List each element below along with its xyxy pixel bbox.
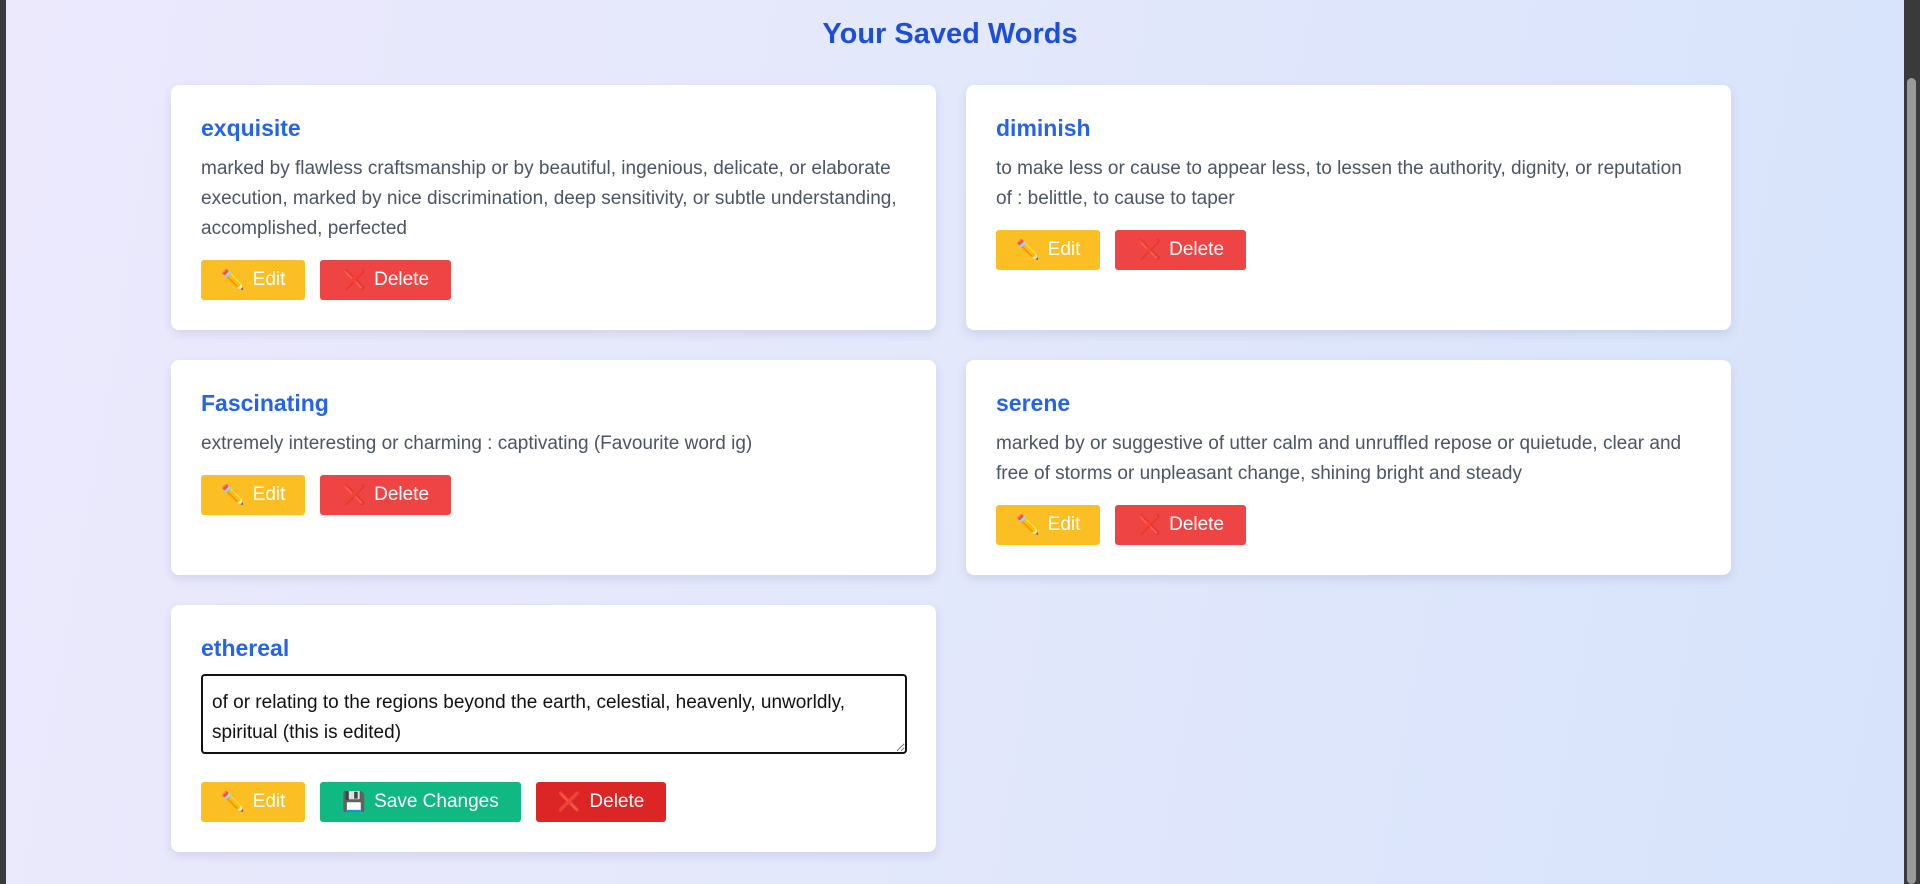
save-button-label: Save Changes (374, 791, 499, 812)
saved-words-grid: exquisite marked by flawless craftsmansh… (171, 85, 1731, 852)
delete-button[interactable]: ❌ Delete (320, 260, 452, 300)
word-title: exquisite (201, 115, 301, 141)
card-actions: ✏️ Edit ❌ Delete (201, 475, 906, 515)
edit-button[interactable]: ✏️ Edit (201, 260, 306, 300)
pencil-icon: ✏️ (221, 269, 245, 291)
definition-edit-textarea[interactable]: of or relating to the regions beyond the… (201, 674, 907, 754)
save-changes-button[interactable]: 💾 Save Changes (320, 782, 521, 822)
delete-button[interactable]: ❌ Delete (1115, 230, 1247, 270)
delete-button[interactable]: ❌ Delete (320, 475, 452, 515)
word-definition: extremely interesting or charming : capt… (201, 433, 753, 454)
edit-button[interactable]: ✏️ Edit (996, 505, 1101, 545)
delete-button-label: Delete (1169, 514, 1225, 535)
delete-button-label: Delete (1169, 239, 1225, 260)
card-actions: ✏️ Edit ❌ Delete (996, 505, 1701, 545)
word-title: serene (996, 390, 1071, 416)
page-title: Your Saved Words (822, 18, 1078, 50)
word-card: serene marked by or suggestive of utter … (966, 360, 1731, 575)
word-card: Fascinating extremely interesting or cha… (171, 360, 936, 575)
delete-button[interactable]: ❌ Delete (1115, 505, 1247, 545)
word-card-editing: ethereal of or relating to the regions b… (171, 605, 936, 852)
word-title: ethereal (201, 635, 290, 661)
pencil-icon: ✏️ (1016, 239, 1040, 261)
cross-mark-icon: ❌ (342, 269, 367, 291)
scrollbar[interactable] (1904, 0, 1920, 884)
edit-button-label: Edit (1047, 514, 1081, 535)
word-card: exquisite marked by flawless craftsmansh… (171, 85, 936, 330)
delete-button-label: Delete (374, 484, 430, 505)
word-definition: to make less or cause to appear less, to… (996, 158, 1682, 209)
card-actions: ✏️ Edit ❌ Delete (201, 260, 906, 300)
edit-button-label: Edit (252, 269, 286, 290)
word-title: diminish (996, 115, 1091, 141)
delete-button-label: Delete (589, 791, 645, 812)
cross-mark-icon: ❌ (342, 484, 367, 506)
edit-button[interactable]: ✏️ Edit (201, 475, 306, 515)
delete-button-label: Delete (374, 269, 430, 290)
edit-button[interactable]: ✏️ Edit (201, 782, 306, 822)
edit-button-label: Edit (252, 484, 286, 505)
word-definition: marked by flawless craftsmanship or by b… (201, 158, 897, 239)
cross-mark-icon: ❌ (557, 791, 582, 813)
word-card: diminish to make less or cause to appear… (966, 85, 1731, 330)
edit-button-label: Edit (252, 791, 286, 812)
card-actions: ✏️ Edit ❌ Delete (996, 230, 1701, 270)
pencil-icon: ✏️ (221, 484, 245, 506)
word-title: Fascinating (201, 390, 329, 416)
floppy-disk-icon: 💾 (342, 791, 367, 813)
cross-mark-icon: ❌ (1137, 239, 1162, 261)
cross-mark-icon: ❌ (1137, 514, 1162, 536)
pencil-icon: ✏️ (221, 791, 245, 813)
scrollbar-thumb[interactable] (1907, 78, 1916, 884)
pencil-icon: ✏️ (1016, 514, 1040, 536)
card-actions: ✏️ Edit 💾 Save Changes ❌ Delete (201, 782, 906, 822)
edit-button[interactable]: ✏️ Edit (996, 230, 1101, 270)
edit-button-label: Edit (1047, 239, 1081, 260)
delete-button[interactable]: ❌ Delete (535, 782, 667, 822)
window-left-edge (0, 0, 6, 884)
word-definition: marked by or suggestive of utter calm an… (996, 433, 1682, 484)
